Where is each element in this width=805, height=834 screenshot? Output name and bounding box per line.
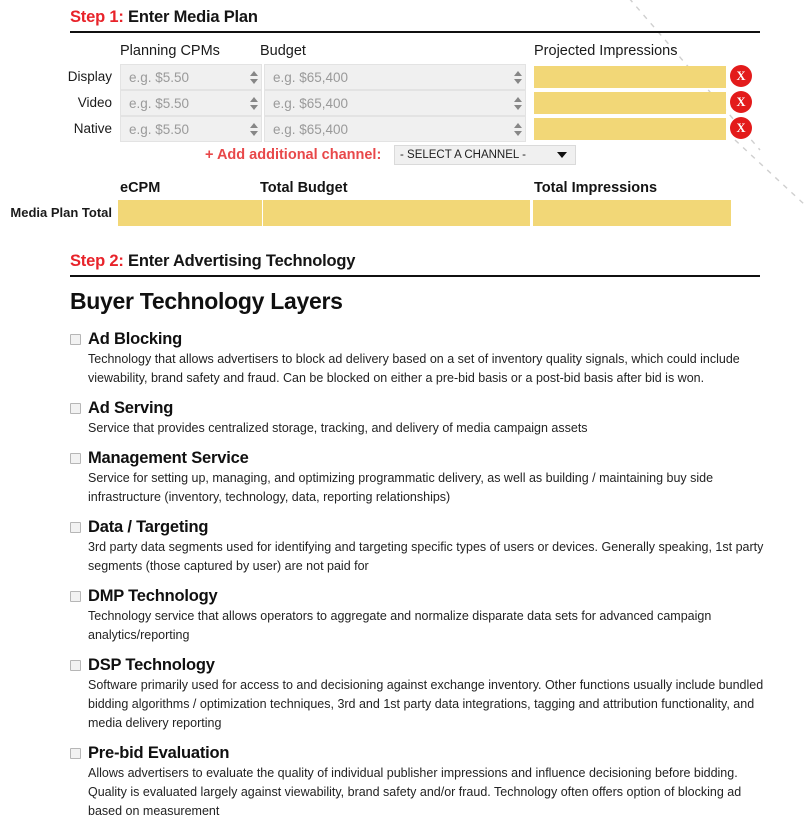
checkbox-management-service[interactable] (70, 453, 81, 464)
tech-desc-ad-serving: Service that provides centralized storag… (88, 421, 588, 435)
tech-header[interactable]: Management Service (70, 449, 770, 468)
cpm-input-native[interactable]: e.g. $5.50 (120, 116, 262, 142)
projected-impressions-native (534, 118, 726, 140)
budget-input-native[interactable]: e.g. $65,400 (264, 116, 526, 142)
cpm-placeholder-display: e.g. $5.50 (129, 69, 190, 85)
row-label-video: Video (77, 95, 112, 110)
checkbox-ad-blocking[interactable] (70, 334, 81, 345)
step-2-number: Step 2: (70, 252, 124, 270)
checkbox-data-targeting[interactable] (70, 522, 81, 533)
spinner-icon[interactable] (246, 65, 261, 89)
tech-name-dsp-technology: DSP Technology (88, 656, 215, 674)
tech-item-pre-bid-evaluation: Pre-bid Evaluation Allows advertisers to… (70, 744, 770, 821)
tech-desc-dsp-technology: Software primarily used for access to an… (88, 678, 764, 730)
tech-desc-pre-bid-evaluation: Allows advertisers to evaluate the quali… (88, 766, 742, 818)
tech-desc-ad-blocking: Technology that allows advertisers to bl… (88, 352, 740, 385)
tech-item-ad-serving: Ad Serving Service that provides central… (70, 399, 770, 438)
tech-name-ad-blocking: Ad Blocking (88, 330, 183, 348)
tech-desc-management-service: Service for setting up, managing, and op… (88, 471, 714, 504)
step-2-title: Step 2: Enter Advertising Technology (70, 252, 760, 271)
media-plan-row-native: Native e.g. $5.50 e.g. $65,400 X (0, 116, 805, 142)
cpm-placeholder-video: e.g. $5.50 (129, 95, 190, 111)
tech-header[interactable]: DMP Technology (70, 587, 770, 606)
row-label-native: Native (73, 121, 112, 136)
step-2-title-text: Enter Advertising Technology (128, 252, 356, 270)
tech-header[interactable]: Pre-bid Evaluation (70, 744, 770, 763)
tech-item-dmp-technology: DMP Technology Technology service that a… (70, 587, 770, 645)
budget-placeholder-display: e.g. $65,400 (273, 69, 349, 85)
column-header-budget: Budget (260, 43, 306, 59)
tech-name-management-service: Management Service (88, 449, 249, 467)
checkbox-ad-serving[interactable] (70, 403, 81, 414)
step-1-divider (70, 31, 760, 33)
spinner-icon[interactable] (246, 117, 261, 141)
tech-header[interactable]: Ad Serving (70, 399, 770, 418)
budget-placeholder-native: e.g. $65,400 (273, 121, 349, 137)
tech-desc-dmp-technology: Technology service that allows operators… (88, 609, 712, 642)
total-budget-field (263, 200, 530, 226)
cpm-placeholder-native: e.g. $5.50 (129, 121, 190, 137)
column-header-planning-cpms: Planning CPMs (120, 43, 220, 59)
channel-select[interactable]: - SELECT A CHANNEL - (394, 145, 576, 165)
cpm-input-display[interactable]: e.g. $5.50 (120, 64, 262, 90)
tech-name-ad-serving: Ad Serving (88, 399, 174, 417)
column-header-projected-impressions: Projected Impressions (534, 43, 678, 59)
step-2-header: Step 2: Enter Advertising Technology (70, 252, 760, 277)
budget-input-video[interactable]: e.g. $65,400 (264, 90, 526, 116)
spinner-icon[interactable] (246, 91, 261, 115)
tech-name-data-targeting: Data / Targeting (88, 518, 209, 536)
total-impressions-field (533, 200, 731, 226)
projected-impressions-video (534, 92, 726, 114)
total-ecpm-field (118, 200, 262, 226)
step-2-divider (70, 275, 760, 277)
remove-row-button-display[interactable]: X (730, 65, 752, 87)
spinner-icon[interactable] (510, 91, 525, 115)
step-1-number: Step 1: (70, 8, 124, 26)
spinner-icon[interactable] (510, 65, 525, 89)
media-plan-row-video: Video e.g. $5.50 e.g. $65,400 X (0, 90, 805, 116)
tech-item-management-service: Management Service Service for setting u… (70, 449, 770, 507)
totals-column-headers: eCPM Total Budget Total Impressions (0, 180, 805, 200)
checkbox-dmp-technology[interactable] (70, 591, 81, 602)
budget-placeholder-video: e.g. $65,400 (273, 95, 349, 111)
channel-select-value: - SELECT A CHANNEL - (400, 149, 526, 161)
tech-header[interactable]: Ad Blocking (70, 330, 770, 349)
chevron-down-icon (557, 152, 567, 158)
remove-row-button-native[interactable]: X (730, 117, 752, 139)
column-header-ecpm: eCPM (120, 180, 161, 196)
tech-item-data-targeting: Data / Targeting 3rd party data segments… (70, 518, 770, 576)
row-label-display: Display (67, 69, 112, 84)
media-plan-column-headers: Planning CPMs Budget Projected Impressio… (0, 43, 805, 65)
budget-input-display[interactable]: e.g. $65,400 (264, 64, 526, 90)
row-label-media-plan-total: Media Plan Total (10, 205, 112, 220)
step-1-title: Step 1: Enter Media Plan (70, 8, 760, 27)
checkbox-pre-bid-evaluation[interactable] (70, 748, 81, 759)
column-header-total-budget: Total Budget (260, 180, 348, 196)
checkbox-dsp-technology[interactable] (70, 660, 81, 671)
tech-item-dsp-technology: DSP Technology Software primarily used f… (70, 656, 770, 733)
step-1-title-text: Enter Media Plan (128, 8, 258, 26)
spinner-icon[interactable] (510, 117, 525, 141)
tech-name-pre-bid-evaluation: Pre-bid Evaluation (88, 744, 230, 762)
tech-name-dmp-technology: DMP Technology (88, 587, 218, 605)
tech-header[interactable]: DSP Technology (70, 656, 770, 675)
add-channel-label[interactable]: + Add additional channel: (205, 145, 381, 165)
buyer-technology-list: Ad Blocking Technology that allows adver… (70, 330, 770, 832)
media-plan-total-row: Media Plan Total (0, 200, 805, 226)
media-plan-row-display: Display e.g. $5.50 e.g. $65,400 X (0, 64, 805, 90)
tech-header[interactable]: Data / Targeting (70, 518, 770, 537)
column-header-total-impressions: Total Impressions (534, 180, 658, 196)
tech-desc-data-targeting: 3rd party data segments used for identif… (88, 540, 764, 573)
remove-row-button-video[interactable]: X (730, 91, 752, 113)
step-1-header: Step 1: Enter Media Plan (70, 8, 760, 33)
projected-impressions-display (534, 66, 726, 88)
cpm-input-video[interactable]: e.g. $5.50 (120, 90, 262, 116)
buyer-technology-layers-title: Buyer Technology Layers (70, 288, 343, 314)
add-channel-row: + Add additional channel: - SELECT A CHA… (0, 145, 805, 165)
tech-item-ad-blocking: Ad Blocking Technology that allows adver… (70, 330, 770, 388)
